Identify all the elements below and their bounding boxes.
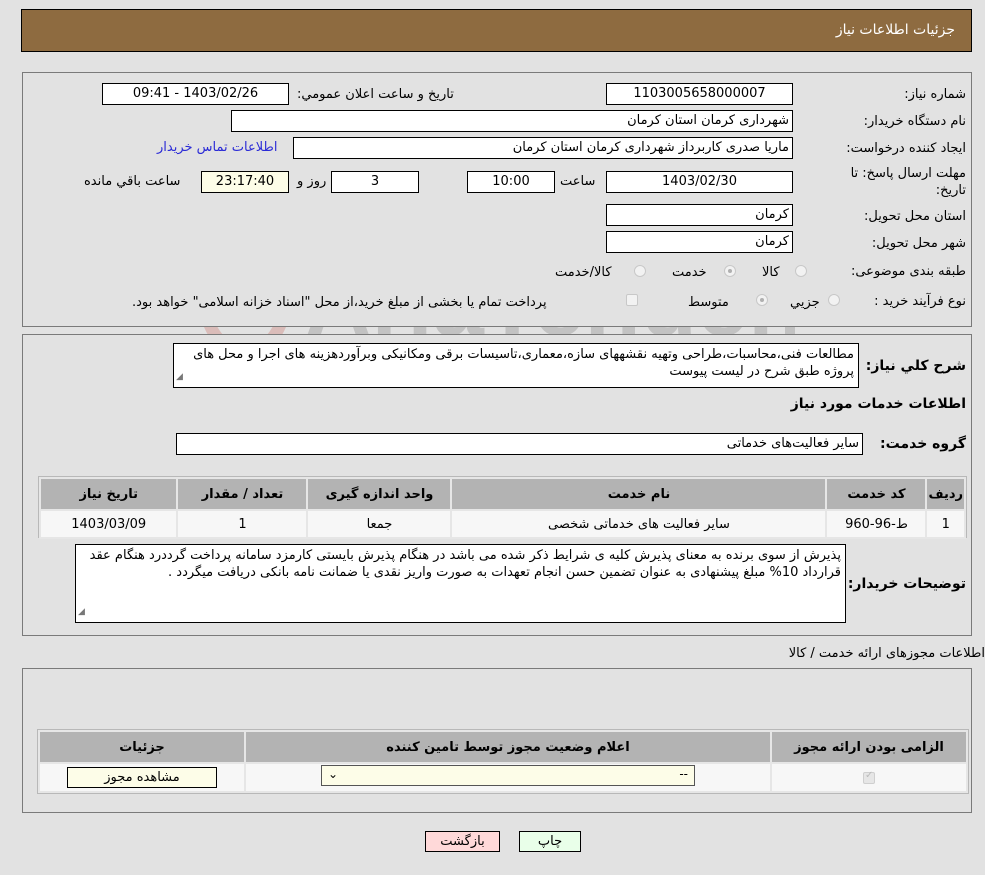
header-need-date: تاریخ نیاز: [38, 477, 179, 511]
description-text: مطالعات فنی،محاسبات،طراحی وتهیه نقشههای …: [193, 347, 854, 379]
days-remaining-field: 3: [331, 171, 419, 193]
cell-service-name: سایر فعالیت های خدماتی شخصی: [450, 509, 828, 539]
permit-status-selected: --: [679, 767, 688, 781]
need-number-label: شماره نیاز:: [904, 87, 966, 102]
header-permit-details: جزئیات: [38, 730, 246, 764]
days-label: روز و: [297, 174, 327, 189]
page-header: جزئیات اطلاعات نیاز: [21, 9, 972, 52]
permits-section-title: اطلاعات مجوزهای ارائه خدمت / کالا: [788, 646, 985, 661]
deadline-time-label: ساعت: [560, 174, 596, 189]
category-radio-goods[interactable]: [795, 265, 807, 277]
deadline-date-field: 1403/02/30: [606, 171, 793, 193]
table-row: ✓ ⌄ -- مشاهده مجوز: [38, 762, 968, 793]
treasury-checkbox-label: پرداخت تمام یا بخشی از مبلغ خرید،از محل …: [132, 295, 547, 310]
deadline-label: مهلت ارسال پاسخ: تا: [850, 166, 966, 181]
cell-unit: جمعا: [306, 509, 453, 539]
province-field: کرمان: [606, 204, 793, 226]
remaining-time-field: 23:17:40: [201, 171, 289, 193]
category-radio-goods-service[interactable]: [634, 265, 646, 277]
header-unit: واحد اندازه گیری: [306, 477, 453, 511]
buyer-notes-text: پذیرش از سوی برنده به معنای پذیرش کلیه ی…: [89, 548, 841, 580]
cell-permit-status: ⌄ --: [244, 762, 772, 793]
deadline-time-field: 10:00: [467, 171, 555, 193]
services-table-header: ردیف کد خدمت نام خدمت واحد اندازه گیری ت…: [38, 477, 966, 511]
permit-status-select[interactable]: ⌄ --: [321, 765, 695, 786]
header-service-name: نام خدمت: [450, 477, 828, 511]
cell-permit-required: ✓: [770, 762, 968, 793]
description-label: شرح كلي نياز:: [865, 358, 966, 374]
cell-permit-details: مشاهده مجوز: [38, 762, 246, 793]
process-option-medium-label: متوسط: [688, 295, 729, 310]
header-service-code: کد خدمت: [825, 477, 928, 511]
cell-row-number: 1: [925, 509, 966, 539]
view-permit-button[interactable]: مشاهده مجوز: [67, 767, 217, 788]
announce-date-field: 1403/02/26 - 09:41: [102, 83, 289, 105]
city-label: شهر محل تحویل:: [871, 236, 966, 251]
print-button[interactable]: چاپ: [519, 831, 581, 852]
page-title: جزئیات اطلاعات نیاز: [835, 22, 955, 38]
header-permit-required: الزامی بودن ارائه مجوز: [770, 730, 968, 764]
province-label: استان محل تحویل:: [864, 209, 966, 224]
service-group-field: سایر فعالیت‌های خدماتی: [176, 433, 863, 455]
process-radio-minor[interactable]: [828, 294, 840, 306]
remaining-time-label: ساعت باقي مانده: [84, 174, 181, 189]
buyer-org-label: نام دستگاه خریدار:: [863, 114, 966, 129]
category-option-service-label: خدمت: [672, 265, 707, 280]
header-permit-status: اعلام وضعیت مجوز توسط تامین کننده: [244, 730, 772, 764]
buyer-notes-textarea[interactable]: پذیرش از سوی برنده به معنای پذیرش کلیه ی…: [75, 544, 846, 623]
category-radio-service[interactable]: [724, 265, 736, 277]
header-quantity: تعداد / مقدار: [176, 477, 309, 511]
category-option-goods-service-label: کالا/خدمت: [555, 265, 612, 280]
checkmark-icon: ✓: [865, 769, 874, 781]
permits-table-header: الزامی بودن ارائه مجوز اعلام وضعیت مجوز …: [38, 730, 968, 764]
category-option-goods-label: کالا: [762, 265, 780, 280]
permit-required-checkbox: ✓: [863, 769, 875, 784]
services-table: ردیف کد خدمت نام خدمت واحد اندازه گیری ت…: [38, 477, 966, 539]
cell-need-date: 1403/03/09: [38, 509, 179, 539]
city-field: کرمان: [606, 231, 793, 253]
creator-field: ماریا صدری کاربرداز شهرداری کرمان استان …: [293, 137, 793, 159]
process-radio-medium[interactable]: [756, 294, 768, 306]
services-section-title: اطلاعات خدمات مورد نياز: [790, 396, 966, 412]
buyer-org-field: شهرداری کرمان استان کرمان: [231, 110, 793, 132]
buyer-notes-label: توضیحات خریدار:: [847, 576, 966, 592]
table-row: 1 ط-96-960 سایر فعالیت های خدماتی شخصی ج…: [38, 509, 966, 539]
header-row-number: ردیف: [925, 477, 966, 511]
resize-handle-icon[interactable]: ◢: [78, 604, 85, 621]
chevron-down-icon: ⌄: [328, 767, 339, 781]
process-option-minor-label: جزيي: [790, 295, 820, 310]
deadline-label-2: تاریخ:: [935, 183, 966, 198]
process-type-label: نوع فرآیند خرید :: [874, 294, 966, 309]
description-textarea[interactable]: مطالعات فنی،محاسبات،طراحی وتهیه نقشههای …: [173, 343, 859, 388]
treasury-checkbox[interactable]: [626, 294, 638, 306]
category-label: طبقه بندی موضوعی:: [850, 264, 966, 279]
announce-date-label: تاریخ و ساعت اعلان عمومي:: [297, 87, 454, 102]
need-number-field: 1103005658000007: [606, 83, 793, 105]
buyer-contact-link[interactable]: اطلاعات تماس خریدار: [157, 140, 277, 155]
service-group-label: گروه خدمت:: [880, 436, 966, 452]
permits-table: الزامی بودن ارائه مجوز اعلام وضعیت مجوز …: [38, 730, 968, 793]
cell-service-code: ط-96-960: [825, 509, 928, 539]
resize-handle-icon[interactable]: ◢: [176, 369, 183, 386]
creator-label: ایجاد کننده درخواست:: [846, 141, 966, 156]
cell-quantity: 1: [176, 509, 309, 539]
back-button[interactable]: بازگشت: [425, 831, 500, 852]
